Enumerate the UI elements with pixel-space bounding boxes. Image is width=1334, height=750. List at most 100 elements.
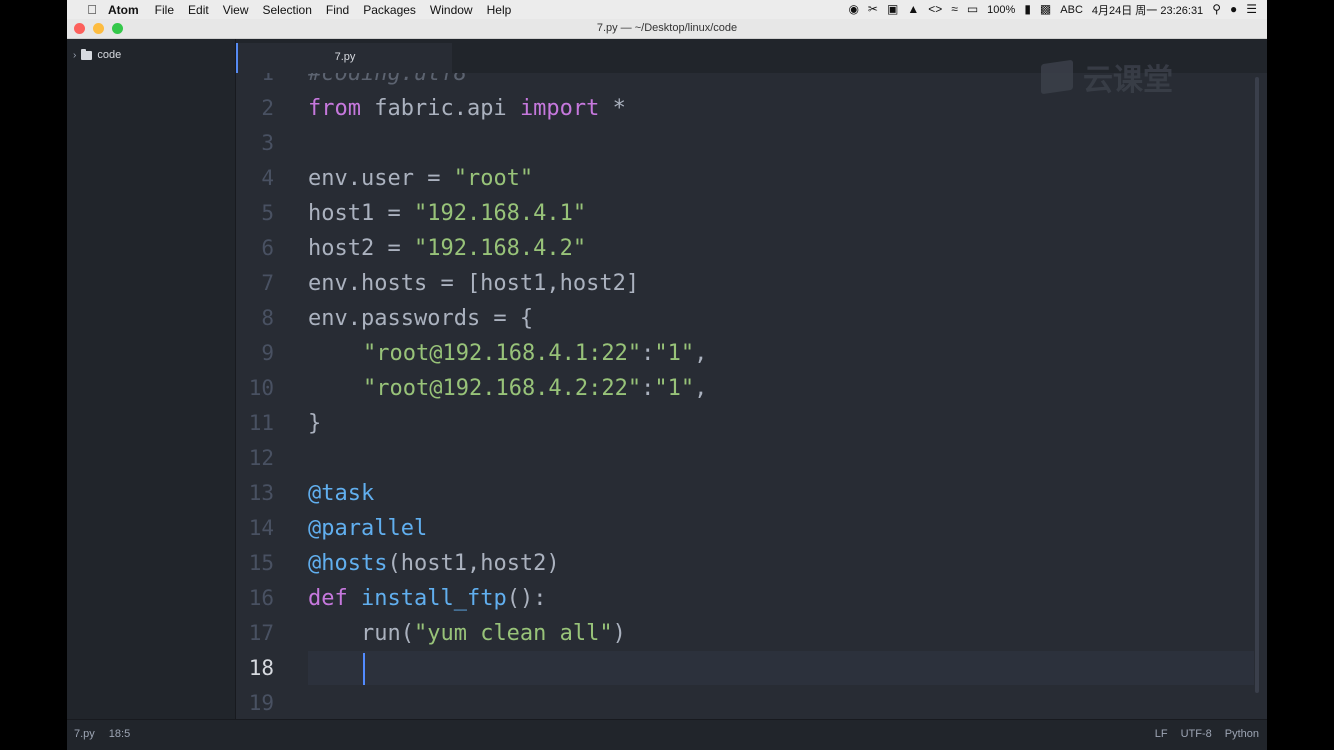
status-grammar[interactable]: Python [1225, 728, 1259, 740]
chevron-right-icon[interactable]: › [73, 50, 76, 61]
menu-help[interactable]: Help [487, 3, 512, 17]
line-number: 14 [248, 516, 274, 540]
line-number: 8 [261, 306, 274, 330]
menu-file[interactable]: File [155, 3, 174, 17]
menu-find[interactable]: Find [326, 3, 349, 17]
line-number: 15 [248, 551, 274, 575]
siri-icon[interactable]: ● [1230, 0, 1237, 19]
code-keyword: def [308, 586, 348, 611]
airplay-icon[interactable]: ▭ [967, 0, 978, 19]
code-text: host2 = [308, 236, 414, 261]
code-function-name: install_ftp [347, 586, 507, 611]
code-string: "192.168.4.2" [413, 236, 587, 261]
line-number-active: 18 [248, 656, 274, 680]
menubar-status-area: ◉ ✂ ▣ ▲ <> ≈ ▭ 100% ▮ ▩ ABC 4月24日 周一 23:… [848, 0, 1257, 19]
window-titlebar: 7.py — ~/Desktop/linux/code [67, 19, 1267, 39]
record-icon[interactable]: ◉ [848, 0, 858, 19]
scissors-icon[interactable]: ✂ [868, 0, 878, 19]
code-string: "root@192.168.4.1:22" [363, 341, 642, 366]
line-number: 17 [248, 621, 274, 645]
code-text: (host1,host2) [387, 551, 560, 576]
menu-packages[interactable]: Packages [363, 3, 416, 17]
status-bar: 7.py 18:5 LF UTF-8 Python [67, 719, 1267, 750]
code-text: env.passwords = { [308, 306, 534, 331]
status-bar-left: 7.py 18:5 [74, 728, 130, 740]
tab-label: 7.py [334, 51, 356, 63]
code-decorator: @parallel [308, 516, 428, 541]
spotlight-search-icon[interactable]: ⚲ [1212, 0, 1221, 19]
line-number: 16 [248, 586, 274, 610]
line-number: 7 [261, 271, 274, 295]
code-decorator: @hosts [308, 551, 388, 576]
code-string: "1" [654, 376, 695, 401]
code-text: , [694, 341, 708, 366]
status-encoding[interactable]: UTF-8 [1181, 728, 1212, 740]
menu-app-atom[interactable]: Atom [108, 3, 139, 17]
code-string: "root@192.168.4.2:22" [363, 376, 642, 401]
line-number: 2 [261, 96, 274, 120]
code-line-2: from fabric.api import * [308, 91, 626, 126]
line-number: 12 [248, 446, 274, 470]
cursor-line-highlight [308, 651, 1254, 685]
app-badge-icon[interactable]: ▣ [887, 0, 898, 19]
battery-icon[interactable]: ▮ [1024, 0, 1031, 19]
line-number: 19 [248, 691, 274, 715]
code-text: host1 = [308, 201, 414, 226]
code-text: (): [506, 586, 547, 611]
code-line-7: env.hosts = [host1,host2] [308, 266, 639, 301]
watermark-logo: 云课堂 [1041, 55, 1173, 99]
tab-7-py[interactable]: 7.py [236, 43, 452, 73]
line-number: 3 [261, 131, 274, 155]
menubar-clock[interactable]: 4月24日 周一 23:26:31 [1092, 2, 1203, 18]
menu-view[interactable]: View [223, 3, 249, 17]
text-cursor [363, 653, 365, 685]
menu-edit[interactable]: Edit [188, 3, 209, 17]
watermark-text: 云课堂 [1083, 64, 1173, 97]
status-file-name[interactable]: 7.py [74, 728, 95, 740]
code-line-13: @task [308, 476, 374, 511]
code-text: fabric.api [360, 96, 520, 121]
tree-root-folder[interactable]: › code [73, 48, 122, 61]
watermark-logo-icon [1041, 59, 1073, 95]
vertical-scrollbar[interactable] [1255, 77, 1259, 693]
line-number: 13 [248, 481, 274, 505]
code-text: ) [612, 621, 626, 646]
window-title: 7.py — ~/Desktop/linux/code [596, 22, 738, 34]
code-line-1: #coding:utf8 [308, 73, 467, 91]
code-editor[interactable]: 1 2 3 4 5 6 7 8 9 10 11 12 13 14 15 16 1… [236, 73, 1267, 719]
code-comment: #coding:utf8 [308, 73, 467, 86]
code-string: "192.168.4.1" [413, 201, 587, 226]
code-line-15: @hosts(host1,host2) [308, 546, 560, 581]
code-text: env.hosts = [host1,host2] [308, 271, 640, 296]
notification-center-icon[interactable]: ☰ [1246, 0, 1257, 19]
code-brackets-icon[interactable]: <> [928, 0, 942, 19]
tree-root-label: code [97, 49, 122, 61]
code-text: : [641, 341, 655, 366]
line-number: 4 [261, 166, 274, 190]
wifi-icon[interactable]: ≈ [951, 0, 958, 19]
menu-selection[interactable]: Selection [263, 3, 312, 17]
apple-icon[interactable]:  [84, 2, 100, 18]
battery-percent: 100% [987, 3, 1016, 16]
code-text: : [641, 376, 655, 401]
code-line-6: host2 = "192.168.4.2" [308, 231, 586, 266]
code-string: "root" [453, 166, 534, 191]
line-number: 5 [261, 201, 274, 225]
status-cursor-position[interactable]: 18:5 [109, 728, 130, 740]
code-line-16: def install_ftp(): [308, 581, 546, 616]
line-number: 11 [248, 411, 274, 435]
input-method-label[interactable]: ABC [1060, 4, 1083, 16]
menu-window[interactable]: Window [430, 3, 473, 17]
code-line-17: run("yum clean all") [308, 616, 626, 651]
code-line-4: env.user = "root" [308, 161, 533, 196]
code-line-10: "root@192.168.4.2:22":"1", [363, 371, 707, 406]
atom-screen:  Atom File Edit View Selection Find Pac… [67, 0, 1267, 750]
adobe-icon[interactable]: ▲ [907, 0, 919, 19]
code-text: , [694, 376, 708, 401]
input-method-icon[interactable]: ▩ [1040, 0, 1051, 19]
code-string: "yum clean all" [413, 621, 613, 646]
tree-view: › code [67, 39, 236, 719]
line-number: 9 [261, 341, 274, 365]
status-line-ending[interactable]: LF [1155, 728, 1168, 740]
code-text: run( [308, 621, 414, 646]
